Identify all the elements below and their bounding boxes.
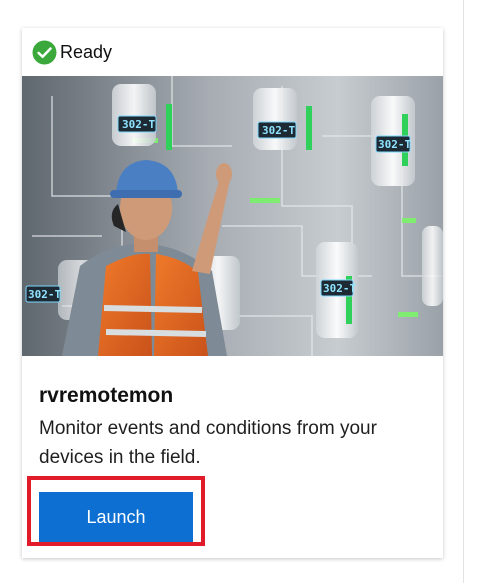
page: Ready 302-T 302-T 302-T 302-T 302-T rvre… [0, 0, 482, 583]
launch-button[interactable]: Launch [39, 492, 193, 542]
status-label: Ready [60, 42, 113, 62]
industrial-worker-illustration: 302-T 302-T 302-T 302-T 302-T [22, 76, 443, 356]
tank [112, 84, 156, 146]
panel-label: 302-T [262, 124, 295, 137]
panel-label: 302-T [378, 138, 411, 151]
scrollbar-edge [463, 0, 464, 583]
panel-label: 302-T [122, 118, 155, 131]
hero-image: 302-T 302-T 302-T 302-T 302-T [22, 76, 443, 356]
status-indicator: Ready [32, 39, 112, 65]
panel-label: 302-T [28, 288, 61, 301]
tank [422, 226, 443, 306]
tank [253, 88, 297, 150]
app-description: Monitor events and conditions from your … [39, 418, 377, 468]
app-card: Ready 302-T 302-T 302-T 302-T 302-T rvre… [22, 28, 443, 558]
app-title: rvremotemon [39, 384, 174, 407]
panel-label: 302-T [323, 282, 356, 295]
check-circle-icon [32, 40, 57, 64]
